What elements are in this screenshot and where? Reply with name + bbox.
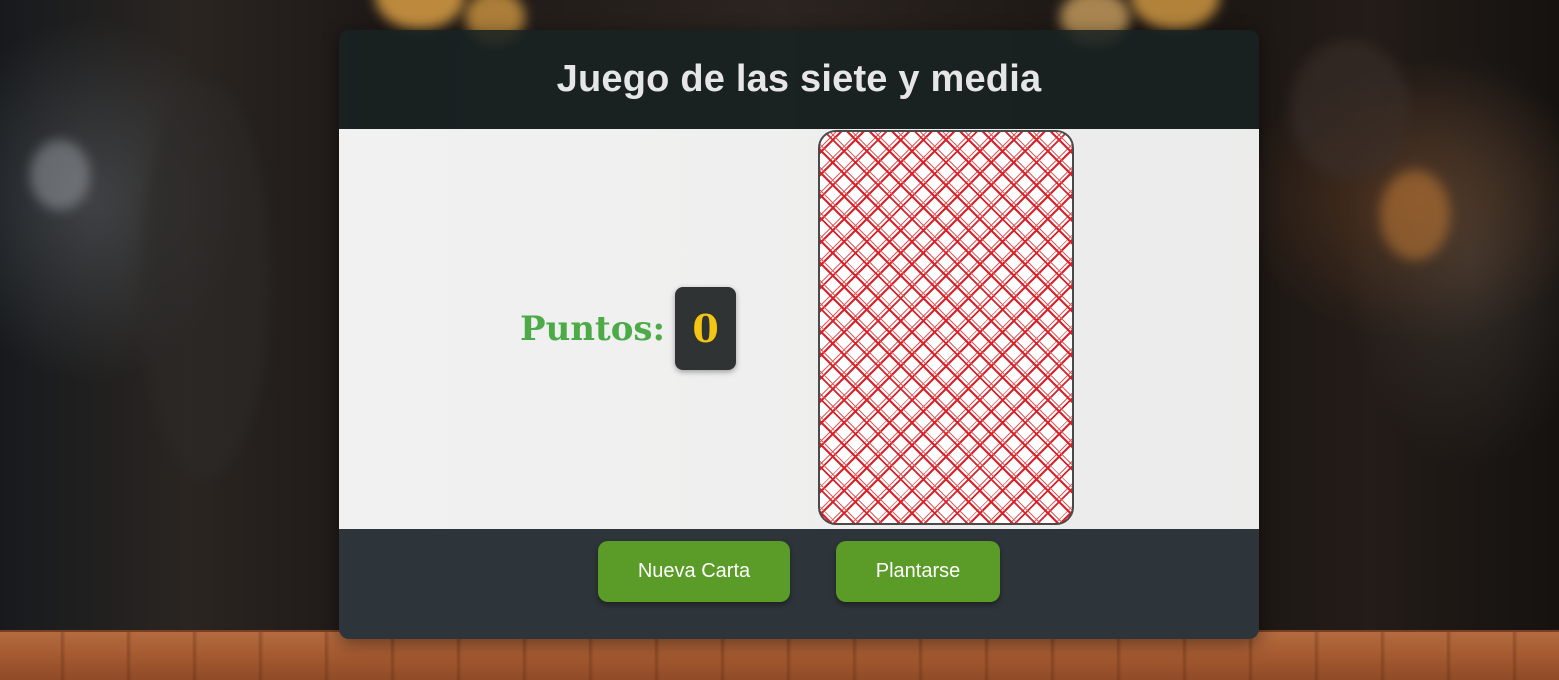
score-value: 0 (692, 306, 719, 351)
game-header: Juego de las siete y media (339, 30, 1259, 129)
stand-button[interactable]: Plantarse (836, 541, 1000, 602)
score-label: Puntos: (520, 308, 666, 349)
score-display: Puntos: 0 (520, 287, 737, 370)
game-board: Puntos: 0 (339, 129, 1259, 529)
new-card-button[interactable]: Nueva Carta (598, 541, 790, 602)
page-title: Juego de las siete y media (556, 58, 1042, 100)
controls-bar: Nueva Carta Plantarse (339, 529, 1259, 639)
card-back-image (818, 130, 1074, 525)
score-badge: 0 (675, 287, 737, 370)
game-panel: Juego de las siete y media Puntos: 0 Nue… (339, 30, 1259, 639)
